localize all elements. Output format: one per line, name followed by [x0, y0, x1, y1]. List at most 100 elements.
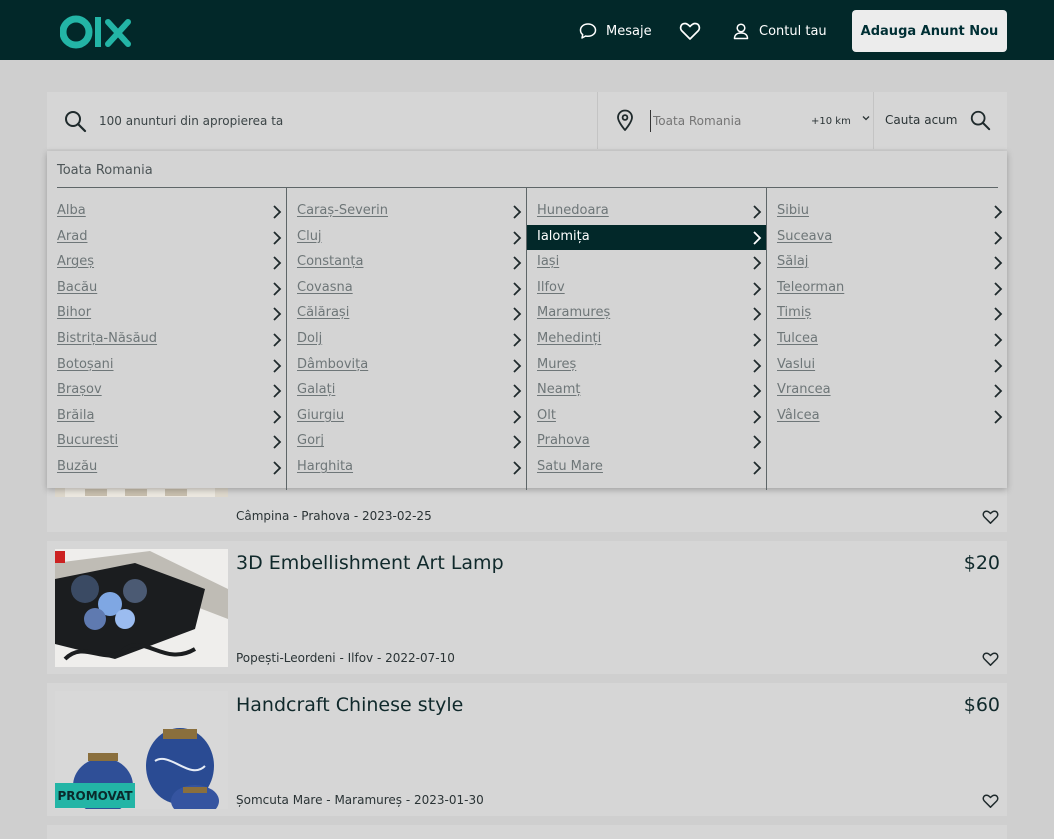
region-label: Ilfov — [537, 279, 565, 295]
region-label: Arad — [57, 228, 88, 244]
region-option[interactable]: Vaslui — [767, 353, 1007, 379]
listing-card[interactable]: Câmpina - Prahova - 2023-02-25 — [47, 485, 1007, 532]
region-option[interactable]: Mureș — [527, 353, 766, 379]
region-label: Caraș-Severin — [297, 203, 388, 218]
region-option[interactable]: Bacău — [47, 276, 286, 302]
region-option[interactable]: Constanța — [287, 250, 526, 276]
region-option[interactable]: Cluj — [287, 225, 526, 251]
chevron-right-icon — [513, 282, 522, 296]
region-option[interactable]: Timiș — [767, 301, 1007, 327]
listing-meta: Câmpina - Prahova - 2023-02-25 — [236, 509, 432, 523]
chevron-right-icon — [273, 384, 282, 398]
region-label: Satu Mare — [537, 458, 603, 474]
region-option[interactable]: Dâmbovița — [287, 353, 526, 379]
chevron-right-icon — [753, 410, 762, 424]
listing-price: $60 — [963, 694, 1000, 716]
region-option[interactable]: Teleorman — [767, 276, 1007, 302]
region-option[interactable]: Bistrița-Năsăud — [47, 327, 286, 353]
heart-icon[interactable] — [982, 651, 999, 667]
region-option[interactable]: Satu Mare — [527, 455, 766, 481]
search-submit-button[interactable]: Cauta acum — [885, 108, 991, 132]
region-option[interactable]: Călărași — [287, 301, 526, 327]
region-option[interactable]: Tulcea — [767, 327, 1007, 353]
location-input[interactable] — [650, 110, 800, 132]
region-option[interactable]: Iași — [527, 250, 766, 276]
listing-card[interactable] — [47, 825, 1007, 839]
lamp-photo — [55, 549, 228, 667]
olx-logo[interactable] — [60, 12, 132, 52]
chevron-down-icon — [862, 116, 870, 121]
messages-link[interactable]: Mesaje — [579, 20, 652, 42]
location-dropdown: Toata Romania Alba Arad Argeș Bacău Bihor Bis… — [47, 151, 1007, 490]
listing-image[interactable] — [55, 549, 228, 667]
region-option[interactable]: Olt — [527, 404, 766, 430]
region-label: Argeș — [57, 254, 95, 270]
region-option[interactable]: Arad — [47, 225, 286, 251]
region-option[interactable]: Gorj — [287, 429, 526, 455]
favorites-link[interactable] — [679, 20, 710, 42]
region-option[interactable]: Alba — [47, 199, 286, 225]
chevron-right-icon — [994, 256, 1003, 270]
listing-title[interactable]: Handcraft Chinese style — [236, 694, 463, 716]
region-option[interactable]: Ilfov — [527, 276, 766, 302]
heart-icon[interactable] — [982, 793, 999, 809]
listing-card[interactable]: PROMOVAT Handcraft Chinese style $60 Șom… — [47, 683, 1007, 816]
chevron-right-icon — [513, 333, 522, 347]
region-option[interactable]: Mehedinți — [527, 327, 766, 353]
region-label: Botoșani — [57, 356, 114, 372]
region-option[interactable]: Covasna — [287, 276, 526, 302]
region-label: Bacău — [57, 279, 98, 295]
region-option[interactable]: Dolj — [287, 327, 526, 353]
region-option[interactable]: Maramureș — [527, 301, 766, 327]
region-option[interactable]: Vâlcea — [767, 404, 1007, 430]
region-option[interactable]: Prahova — [527, 429, 766, 455]
chevron-right-icon — [753, 307, 762, 322]
region-column: Alba Arad Argeș Bacău Bihor Bistrița-Năsăud Bo… — [47, 188, 287, 490]
chevron-right-icon — [994, 230, 1003, 245]
search-query-area — [47, 92, 598, 149]
region-column: Sibiu Suceava Sălaj Teleorman Timiș Tulcea Vas… — [767, 188, 1007, 490]
radius-select[interactable]: +10 km — [811, 112, 871, 130]
region-option[interactable]: Caraș-Severin — [287, 199, 526, 225]
chevron-right-icon — [273, 307, 282, 322]
region-column: Caraș-Severin Cluj Constanța Covasna Călăraș… — [287, 188, 527, 490]
region-option[interactable]: Buzău — [47, 455, 286, 481]
listing-card[interactable]: 3D Embellishment Art Lamp $20 Popești-Le… — [47, 541, 1007, 674]
search-icon — [65, 111, 87, 133]
top-header: Mesaje Contul tau Adauga Anunt Nou — [0, 0, 1054, 60]
region-option[interactable]: Hunedoara — [527, 199, 766, 225]
region-option[interactable]: Galați — [287, 378, 526, 404]
region-option[interactable]: Brăila — [47, 404, 286, 430]
region-label: Dolj — [297, 330, 323, 346]
region-option[interactable]: Sălaj — [767, 250, 1007, 276]
region-label: Giurgiu — [297, 407, 345, 423]
region-option[interactable]: Neamț — [527, 378, 766, 404]
chevron-right-icon — [273, 205, 282, 219]
search-input[interactable] — [99, 110, 579, 132]
region-column: Hunedoara Ialomița Iași Ilfov Maramureș Mehed… — [527, 188, 767, 490]
radius-value: +10 km — [811, 115, 851, 127]
region-option[interactable]: Bihor — [47, 301, 286, 327]
listing-title[interactable]: 3D Embellishment Art Lamp — [236, 552, 504, 574]
chevron-right-icon — [273, 282, 282, 296]
account-link[interactable]: Contul tau — [732, 20, 827, 42]
chevron-right-icon — [513, 307, 522, 322]
all-romania-option[interactable]: Toata Romania — [57, 163, 153, 178]
region-label: Bihor — [57, 305, 92, 321]
heart-icon — [679, 22, 701, 40]
region-label: Constanța — [297, 254, 364, 270]
region-option[interactable]: Sibiu — [767, 199, 1007, 225]
region-option[interactable]: Suceava — [767, 225, 1007, 251]
chevron-right-icon — [273, 333, 282, 347]
region-option[interactable]: Harghita — [287, 455, 526, 481]
chevron-right-icon — [273, 435, 282, 449]
region-option[interactable]: Vrancea — [767, 378, 1007, 404]
region-option[interactable]: Giurgiu — [287, 404, 526, 430]
add-listing-button[interactable]: Adauga Anunt Nou — [852, 10, 1007, 52]
heart-icon[interactable] — [982, 509, 999, 525]
region-option[interactable]: Brașov — [47, 378, 286, 404]
region-option[interactable]: Botoșani — [47, 353, 286, 379]
region-option[interactable]: Ialomița — [527, 224, 766, 251]
region-option[interactable]: Argeș — [47, 250, 286, 276]
region-option[interactable]: Bucuresti — [47, 429, 286, 455]
